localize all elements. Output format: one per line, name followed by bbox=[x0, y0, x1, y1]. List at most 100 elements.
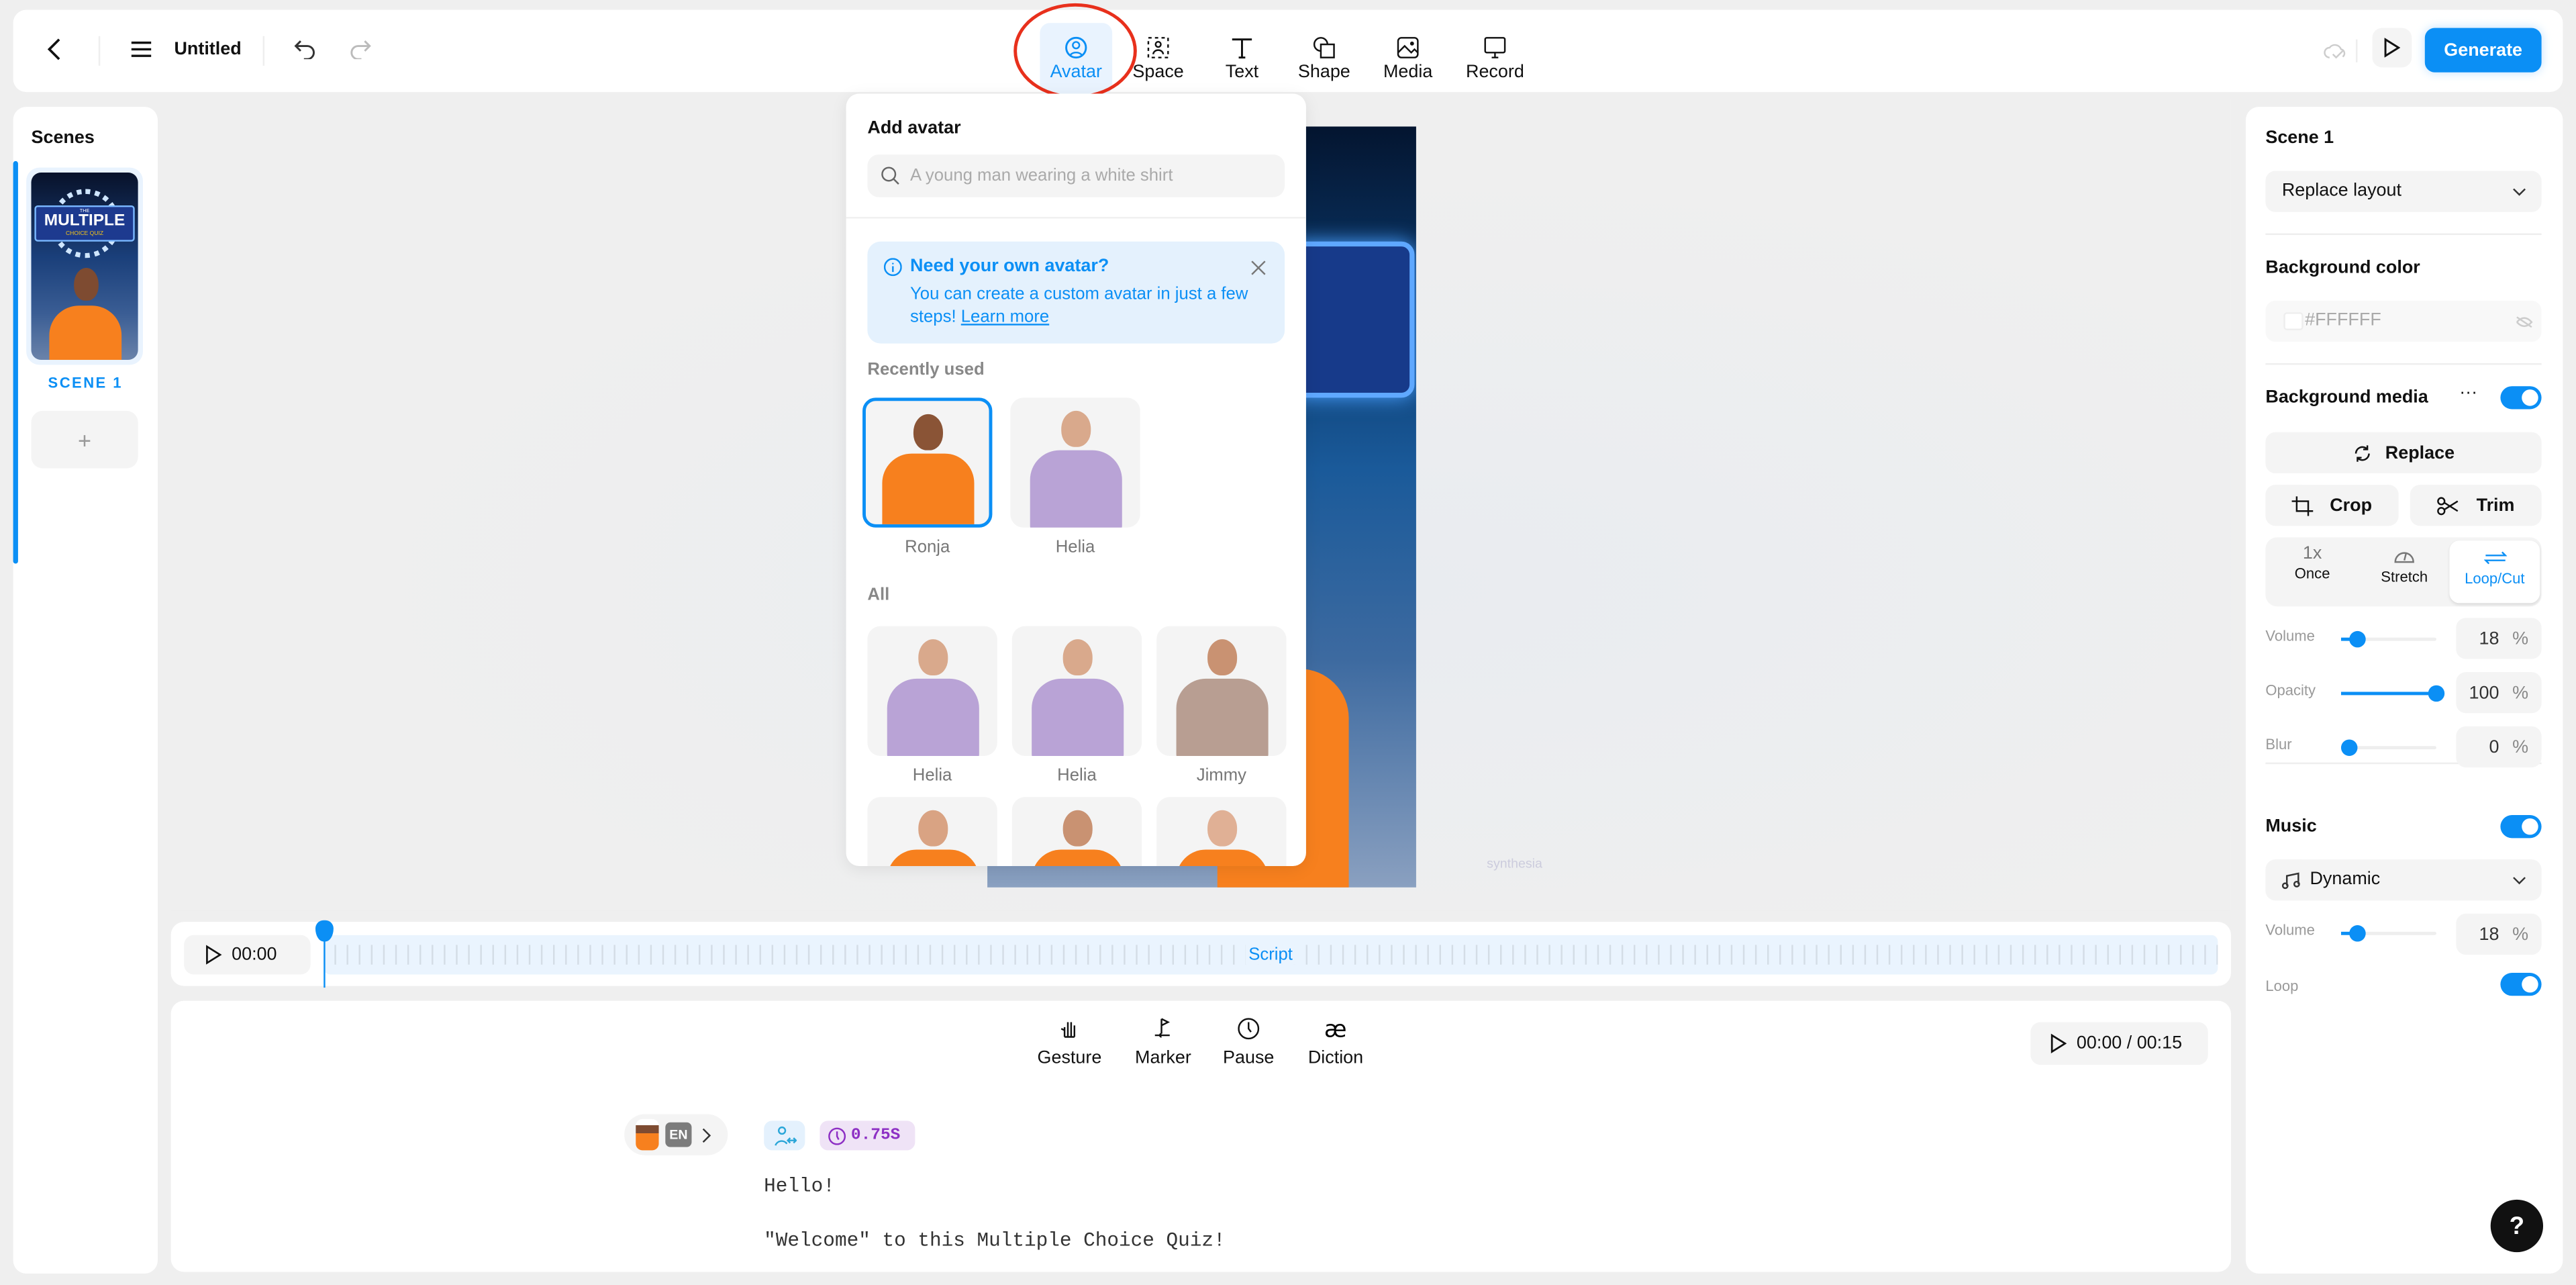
loop-toggle[interactable] bbox=[2500, 973, 2542, 996]
volume-value[interactable]: 18% bbox=[2456, 618, 2542, 659]
slider-knob[interactable] bbox=[2428, 685, 2445, 702]
project-title[interactable]: Untitled bbox=[174, 40, 241, 59]
replace-button[interactable]: Replace bbox=[2265, 432, 2542, 473]
active-scene-indicator bbox=[13, 160, 18, 564]
music-volume-value[interactable]: 18% bbox=[2456, 913, 2542, 955]
search-icon bbox=[881, 166, 899, 185]
scene-title: Scene 1 bbox=[2265, 128, 2334, 148]
tool-text[interactable]: Text bbox=[1206, 23, 1279, 95]
bg-media-toggle[interactable] bbox=[2500, 386, 2542, 410]
script-tool-diction[interactable]: æ Diction bbox=[1303, 1016, 1369, 1069]
opacity-value[interactable]: 100% bbox=[2456, 672, 2542, 714]
cloud-check-icon bbox=[2324, 44, 2346, 59]
script-tool-marker[interactable]: Marker bbox=[1130, 1017, 1196, 1068]
redo-icon bbox=[350, 40, 371, 60]
media-icon bbox=[1397, 37, 1419, 58]
avatar-card[interactable] bbox=[1011, 626, 1142, 756]
tool-label: Media bbox=[1383, 62, 1433, 83]
bg-color-input[interactable]: #FFFFFF bbox=[2265, 300, 2542, 342]
pause-duration: 0.75S bbox=[850, 1126, 901, 1145]
eye-off-icon[interactable] bbox=[2515, 316, 2533, 329]
chevron-right-icon bbox=[702, 1128, 711, 1143]
space-icon bbox=[1147, 37, 1169, 58]
script-tool-pause[interactable]: Pause bbox=[1216, 1017, 1281, 1068]
music-track-dropdown[interactable]: Dynamic bbox=[2265, 859, 2542, 901]
script-play-button[interactable]: 00:00 / 00:15 bbox=[2030, 1022, 2208, 1065]
mode-once[interactable]: 1x Once bbox=[2265, 544, 2359, 581]
music-toggle[interactable] bbox=[2500, 815, 2542, 839]
avatar-card[interactable] bbox=[1156, 797, 1287, 866]
info-icon bbox=[883, 258, 902, 277]
recent-label: Recently used bbox=[867, 360, 985, 380]
trim-button[interactable]: Trim bbox=[2410, 485, 2542, 526]
avatar-name: Jimmy bbox=[1196, 765, 1246, 786]
blur-slider[interactable] bbox=[2340, 739, 2436, 756]
avatar-language-selector[interactable]: EN bbox=[624, 1114, 728, 1155]
replace-layout-dropdown[interactable]: Replace layout bbox=[2265, 171, 2542, 212]
slider-knob[interactable] bbox=[2350, 630, 2367, 648]
timeline-track[interactable]: Script bbox=[324, 935, 2218, 975]
tool-label: Diction bbox=[1307, 1048, 1364, 1069]
avatar-body bbox=[1175, 849, 1268, 866]
avatar-card[interactable] bbox=[867, 797, 997, 866]
avatar-card[interactable] bbox=[1010, 397, 1140, 528]
scene-thumbnail[interactable]: THE MULTIPLE CHOICE QUIZ bbox=[26, 167, 143, 365]
more-options-button[interactable]: ··· bbox=[2459, 383, 2477, 402]
avatar-search-input[interactable]: A young man wearing a white shirt bbox=[867, 154, 1285, 197]
thumbnail-sign: THE MULTIPLE CHOICE QUIZ bbox=[34, 205, 135, 242]
music-track-label: Dynamic bbox=[2310, 869, 2381, 890]
avatar-card[interactable] bbox=[867, 626, 997, 756]
preview-button[interactable] bbox=[2372, 28, 2412, 68]
pause-badge[interactable]: 0.75S bbox=[820, 1121, 915, 1151]
avatar-thumb bbox=[636, 1119, 659, 1151]
add-scene-button[interactable]: + bbox=[31, 410, 138, 469]
blur-label: Blur bbox=[2265, 736, 2292, 753]
blur-value[interactable]: 0% bbox=[2456, 726, 2542, 768]
banner-title: Need your own avatar? bbox=[910, 256, 1109, 277]
back-button[interactable] bbox=[40, 33, 69, 66]
avatar-name: Helia bbox=[912, 765, 952, 786]
generate-button[interactable]: Generate bbox=[2424, 28, 2542, 73]
crop-icon bbox=[2291, 495, 2314, 516]
script-line[interactable]: Hello! bbox=[764, 1175, 835, 1198]
hamburger-icon bbox=[131, 41, 152, 57]
tool-record[interactable]: Record bbox=[1459, 23, 1532, 95]
scenes-panel: Scenes THE MULTIPLE CHOICE QUIZ SCENE 1 … bbox=[13, 107, 158, 1274]
slider-fill bbox=[2340, 692, 2436, 696]
menu-button[interactable] bbox=[128, 36, 154, 62]
saved-status bbox=[2322, 38, 2348, 64]
scene-label[interactable]: SCENE 1 bbox=[13, 375, 158, 391]
redo-button[interactable] bbox=[346, 36, 373, 62]
undo-button[interactable] bbox=[293, 36, 319, 62]
avatar-card[interactable] bbox=[862, 397, 993, 528]
mode-stretch[interactable]: Stretch bbox=[2357, 547, 2451, 585]
learn-more-link[interactable]: Learn more bbox=[961, 307, 1049, 327]
close-icon[interactable] bbox=[1250, 260, 1267, 276]
avatar-card[interactable] bbox=[1011, 797, 1142, 866]
slider-knob[interactable] bbox=[2340, 739, 2358, 756]
volume-slider[interactable] bbox=[2340, 630, 2436, 648]
tool-media[interactable]: Media bbox=[1372, 23, 1444, 95]
record-icon bbox=[1484, 37, 1506, 58]
top-bar: Untitled Avatar Space Text Shape Media R… bbox=[13, 9, 2563, 95]
avatar-head bbox=[1206, 810, 1236, 847]
timeline-play-button[interactable]: 00:00 bbox=[184, 935, 311, 975]
script-line[interactable]: "Welcome" to this Multiple Choice Quiz! bbox=[764, 1229, 1225, 1252]
opacity-slider[interactable] bbox=[2340, 685, 2445, 702]
tool-shape[interactable]: Shape bbox=[1288, 23, 1360, 95]
avatar-switch-badge[interactable] bbox=[764, 1121, 805, 1151]
svg-text:æ: æ bbox=[1324, 1017, 1347, 1040]
mode-loop-cut[interactable]: Loop/Cut bbox=[2449, 540, 2540, 604]
avatar-head bbox=[912, 414, 942, 450]
avatar-card[interactable] bbox=[1156, 626, 1287, 756]
help-button[interactable]: ? bbox=[2490, 1199, 2544, 1253]
color-swatch[interactable] bbox=[2283, 312, 2303, 330]
playback-mode-group: 1x Once Stretch Loop/Cut bbox=[2265, 537, 2542, 607]
refresh-icon bbox=[2355, 444, 2370, 461]
music-volume-slider[interactable] bbox=[2340, 925, 2436, 942]
play-icon bbox=[2384, 38, 2401, 58]
opacity-label: Opacity bbox=[2265, 681, 2316, 699]
script-tool-gesture[interactable]: Gesture bbox=[1036, 1017, 1102, 1068]
loop-label: Loop bbox=[2265, 978, 2299, 994]
crop-button[interactable]: Crop bbox=[2265, 485, 2399, 526]
